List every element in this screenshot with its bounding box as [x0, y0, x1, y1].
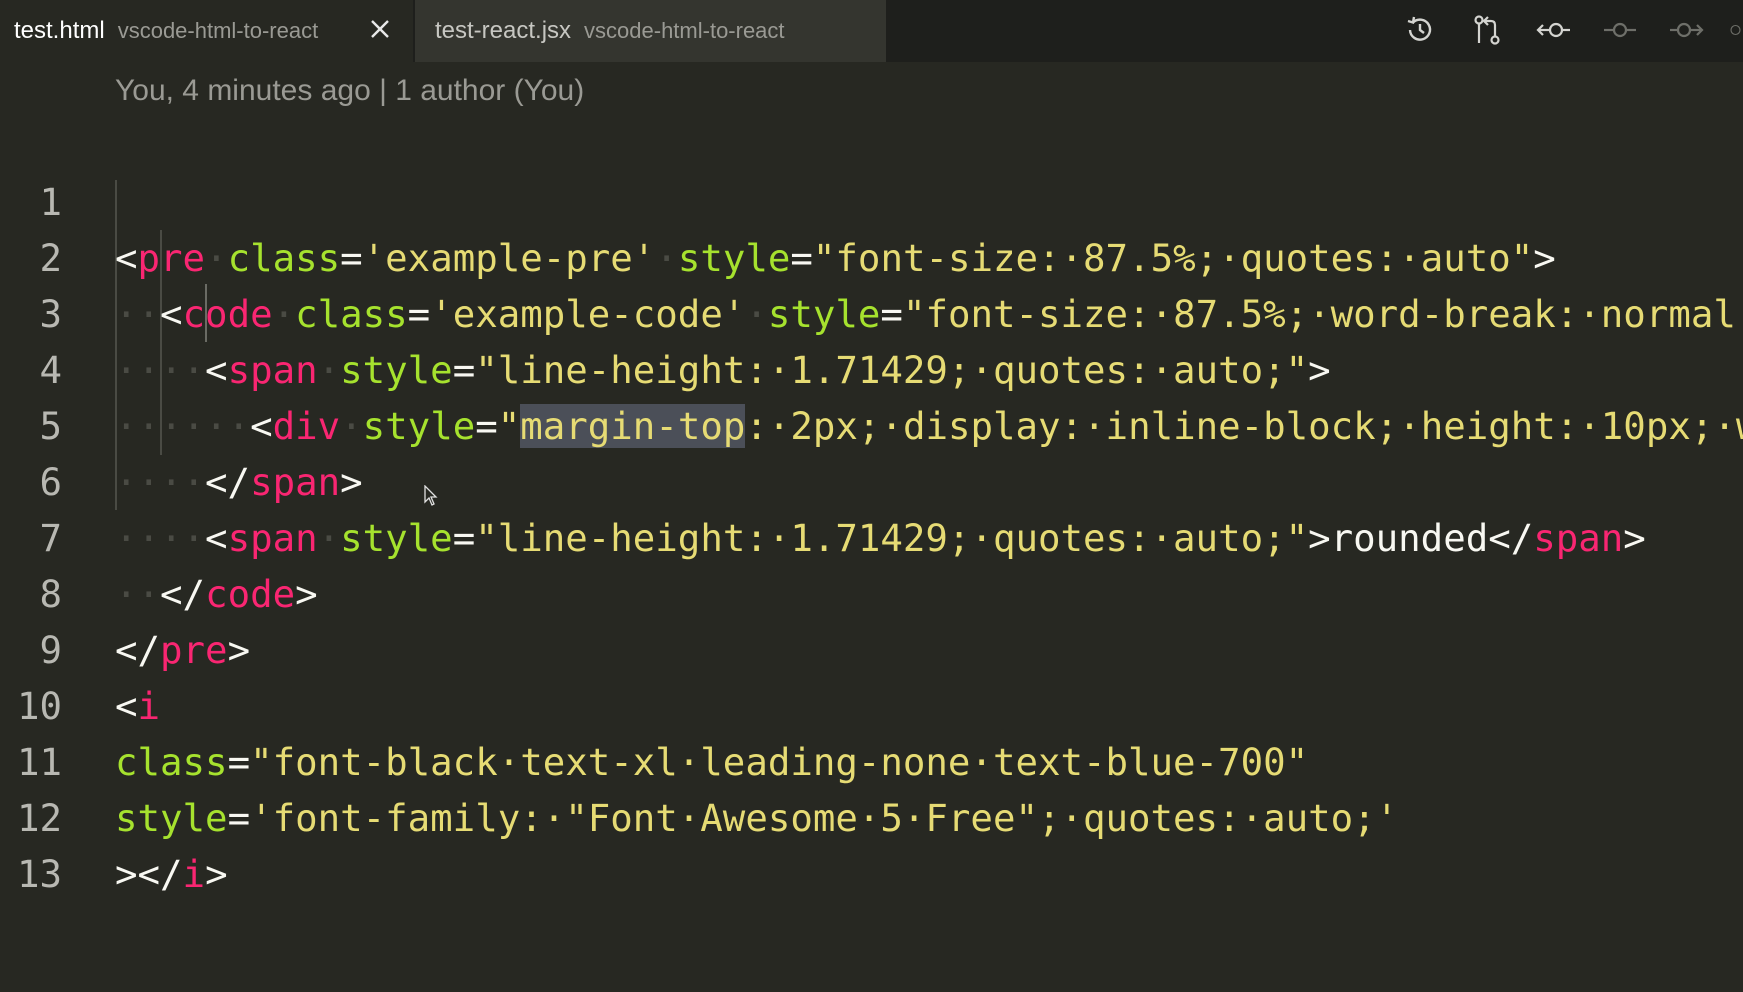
code-line[interactable]: 3 ····<span·style="line-height:·1.71429;… [0, 230, 1743, 392]
tab-description: vscode-html-to-react [584, 18, 785, 43]
tab-name: test-react.jsx [435, 17, 572, 44]
codelens-blame[interactable]: You, 4 minutes ago | 1 author (You) [115, 74, 584, 108]
tab-test-react-jsx[interactable]: test-react.jsx vscode-html-to-react [415, 0, 886, 62]
current-revision-icon[interactable] [1600, 10, 1640, 50]
code-line[interactable]: 5 ····</span> [0, 342, 1743, 504]
tab-test-html[interactable]: test.html vscode-html-to-react [0, 0, 413, 62]
code-line[interactable]: 7 ··</code> [0, 454, 1743, 616]
code-line[interactable]: 1 <pre·class='example-pre'·style="font-s… [0, 118, 1743, 280]
history-icon[interactable] [1400, 10, 1440, 50]
close-icon[interactable] [367, 16, 393, 42]
mouse-pointer-icon [424, 484, 438, 512]
code-line[interactable]: 8 </pre> [0, 510, 1743, 672]
previous-revision-icon[interactable] [1534, 10, 1574, 50]
next-revision-icon[interactable] [1666, 10, 1706, 50]
line-number: 13 [16, 852, 62, 896]
tab-name: test.html [14, 17, 105, 44]
compare-changes-icon[interactable] [1467, 10, 1507, 50]
code-line[interactable]: 9 <i [0, 566, 1743, 728]
code-line[interactable]: 13 [0, 790, 1743, 896]
code-line[interactable]: 11 style='font-family:·"Font·Awesome·5·F… [0, 678, 1743, 840]
tag-name: i [182, 852, 206, 896]
code-line[interactable]: 2 ··<code·class='example-code'·style="fo… [0, 174, 1743, 336]
more-actions-icon[interactable] [1728, 10, 1743, 50]
bracket: ></ [115, 852, 183, 896]
code-line[interactable]: 6 ····<span·style="line-height:·1.71429;… [0, 398, 1743, 560]
code-line[interactable]: 12 ></i> [0, 734, 1743, 896]
code-line[interactable]: 4 ······<div·style="margin-top:·2px;·dis… [0, 286, 1743, 448]
bracket: > [205, 852, 228, 896]
code-editor: test.html vscode-html-to-react test-reac… [0, 0, 1743, 992]
tab-bar: test.html vscode-html-to-react test-reac… [0, 0, 1743, 62]
tab-description: vscode-html-to-react [117, 18, 319, 43]
code-text: ></i> [115, 846, 228, 902]
code-line[interactable]: 10 class="font-black·text-xl·leading-non… [0, 622, 1743, 784]
